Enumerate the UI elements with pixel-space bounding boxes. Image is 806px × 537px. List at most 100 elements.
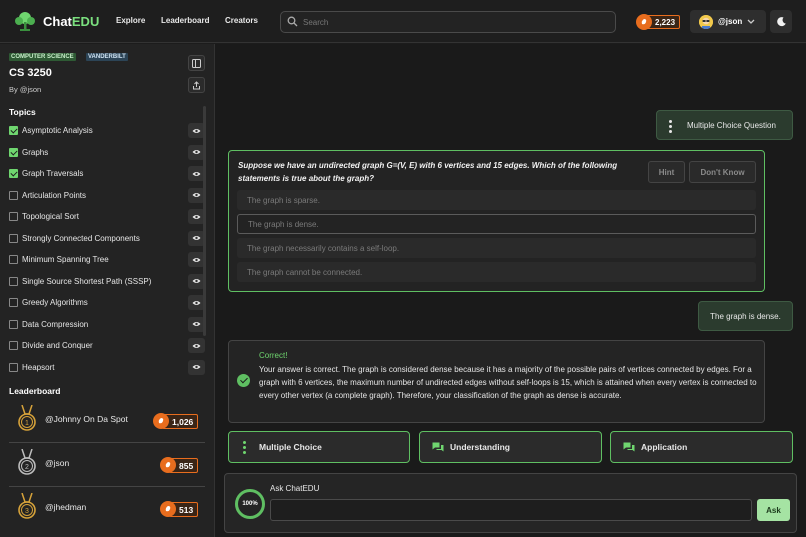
- topic-label: Data Compression: [22, 319, 89, 329]
- ask-label: Ask ChatEDU: [270, 484, 320, 493]
- theme-toggle-button[interactable]: [770, 10, 792, 33]
- medal-icon: 2: [18, 449, 36, 475]
- avatar: [699, 14, 713, 29]
- coin-icon: [636, 14, 652, 30]
- question-text: Suppose we have an undirected graph G=(V…: [238, 161, 618, 183]
- followup-understanding-button[interactable]: Understanding: [419, 431, 602, 463]
- answer-option[interactable]: The graph necessarily contains a self-lo…: [237, 238, 756, 258]
- topic-visibility-button[interactable]: [188, 338, 205, 354]
- top-navbar: ChatEDU Explore Leaderboard Creators 2,2…: [0, 0, 806, 43]
- brand-logo[interactable]: ChatEDU: [13, 10, 99, 32]
- leaderboard-name: @Johnny On Da Spot: [45, 414, 128, 424]
- eye-icon: [192, 171, 201, 176]
- chat-bubbles-icon: [623, 442, 635, 452]
- topic-item[interactable]: Greedy Algorithms: [0, 292, 210, 314]
- topic-checkbox[interactable]: [9, 362, 18, 372]
- topic-label: Single Source Shortest Path (SSSP): [22, 276, 152, 286]
- share-button[interactable]: [188, 77, 205, 93]
- sidebar-panel-icon: [192, 58, 201, 68]
- topic-label: Greedy Algorithms: [22, 298, 88, 308]
- leaderboard-name: @json: [45, 458, 70, 468]
- topic-label: Heapsort: [22, 362, 55, 372]
- mcq-request-text: Multiple Choice Question: [687, 120, 776, 130]
- nav-leaderboard[interactable]: Leaderboard: [161, 16, 209, 25]
- answer-option-selected[interactable]: The graph is dense.: [237, 214, 756, 234]
- dont-know-button[interactable]: Don't Know: [689, 161, 756, 183]
- topic-item[interactable]: Asymptotic Analysis: [0, 120, 210, 142]
- topic-item[interactable]: Graph Traversals: [0, 163, 210, 185]
- leaderboard-score: 513: [160, 501, 199, 517]
- brand-name: ChatEDU: [43, 13, 100, 29]
- topic-label: Graph Traversals: [22, 169, 84, 179]
- ask-button[interactable]: Ask: [757, 499, 790, 521]
- leaderboard-score: 855: [160, 457, 199, 473]
- eye-icon: [192, 214, 201, 219]
- topic-label: Divide and Conquer: [22, 341, 93, 351]
- topics-scrollbar[interactable]: [203, 106, 206, 336]
- medal-icon: 1: [18, 405, 36, 431]
- topic-checkbox[interactable]: [9, 341, 18, 351]
- answer-option[interactable]: The graph cannot be connected.: [237, 262, 756, 282]
- leaderboard-name: @jhedman: [45, 502, 87, 512]
- topic-item[interactable]: Topological Sort: [0, 206, 210, 228]
- eye-icon: [192, 193, 201, 198]
- leaderboard-heading: Leaderboard: [9, 386, 61, 396]
- answer-option[interactable]: The graph is sparse.: [237, 190, 756, 210]
- topic-checkbox[interactable]: [9, 126, 18, 136]
- topic-checkbox[interactable]: [9, 255, 18, 265]
- topic-checkbox[interactable]: [9, 276, 18, 286]
- eye-icon: [192, 322, 201, 327]
- leaderboard-row[interactable]: 3 @jhedman 513: [9, 487, 205, 531]
- eye-icon: [192, 128, 201, 133]
- topic-checkbox[interactable]: [9, 190, 18, 200]
- tag-subject[interactable]: COMPUTER SCIENCE: [9, 53, 76, 61]
- followup-multiple-choice-button[interactable]: Multiple Choice: [228, 431, 410, 463]
- course-author-link[interactable]: @json: [20, 85, 41, 94]
- share-icon: [193, 80, 200, 89]
- followup-label: Understanding: [450, 442, 510, 452]
- eye-icon: [192, 150, 201, 155]
- topics-list: Asymptotic Analysis Graphs Graph Traversal…: [0, 120, 210, 378]
- coin-balance[interactable]: 2,223: [636, 13, 681, 31]
- more-vertical-icon: [243, 441, 246, 456]
- nav-creators[interactable]: Creators: [225, 16, 258, 25]
- topic-item[interactable]: Articulation Points: [0, 185, 210, 207]
- topic-item[interactable]: Minimum Spanning Tree: [0, 249, 210, 271]
- collapse-sidebar-button[interactable]: [188, 55, 205, 71]
- svg-text:1: 1: [25, 420, 29, 427]
- ask-panel: 100% Ask ChatEDU Ask: [224, 473, 797, 533]
- user-menu-button[interactable]: @json: [690, 10, 766, 33]
- search-input[interactable]: [303, 15, 603, 29]
- topic-item[interactable]: Graphs: [0, 142, 210, 164]
- topic-item[interactable]: Divide and Conquer: [0, 335, 210, 357]
- followup-label: Application: [641, 442, 688, 452]
- topic-checkbox[interactable]: [9, 233, 18, 243]
- nav-explore[interactable]: Explore: [116, 16, 145, 25]
- topic-item[interactable]: Heapsort: [0, 357, 210, 379]
- tag-school[interactable]: VANDERBILT: [86, 53, 128, 61]
- leaderboard-row[interactable]: 2 @json 855: [9, 443, 205, 487]
- topic-checkbox[interactable]: [9, 212, 18, 222]
- leaderboard-score: 1,026: [153, 413, 199, 429]
- topic-visibility-button[interactable]: [188, 359, 205, 375]
- svg-text:2: 2: [25, 464, 29, 471]
- course-title: CS 3250: [9, 67, 52, 79]
- topic-checkbox[interactable]: [9, 298, 18, 308]
- eye-icon: [192, 365, 201, 370]
- eye-icon: [192, 257, 201, 262]
- chevron-down-icon: [747, 19, 755, 24]
- topic-checkbox[interactable]: [9, 319, 18, 329]
- topic-checkbox[interactable]: [9, 169, 18, 179]
- followup-application-button[interactable]: Application: [610, 431, 793, 463]
- leaderboard-row[interactable]: 1 @Johnny On Da Spot 1,026: [9, 399, 205, 443]
- topic-item[interactable]: Data Compression: [0, 314, 210, 336]
- user-name: @json: [718, 17, 743, 26]
- search-icon: [287, 16, 298, 27]
- topic-item[interactable]: Single Source Shortest Path (SSSP): [0, 271, 210, 293]
- ask-input[interactable]: [270, 499, 752, 521]
- hint-button[interactable]: Hint: [648, 161, 685, 183]
- topic-item[interactable]: Strongly Connected Components: [0, 228, 210, 250]
- course-sidebar: COMPUTER SCIENCE VANDERBILT CS 3250 By @…: [0, 44, 215, 537]
- topic-checkbox[interactable]: [9, 147, 18, 157]
- eye-icon: [192, 236, 201, 241]
